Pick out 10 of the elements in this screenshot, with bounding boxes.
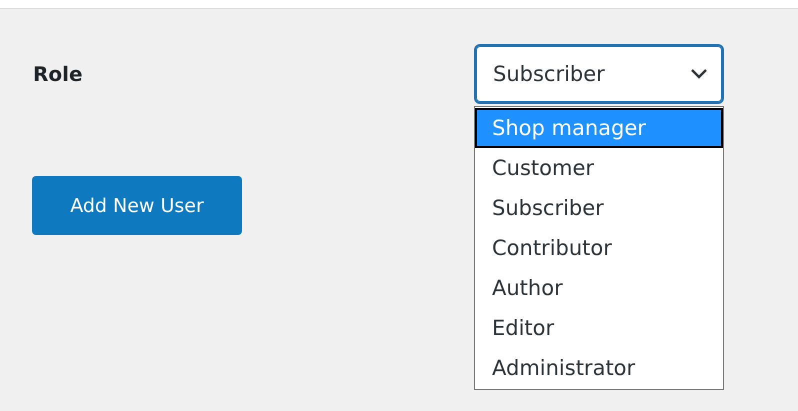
- dropdown-option[interactable]: Author: [475, 268, 723, 308]
- role-select[interactable]: Subscriber: [474, 44, 724, 104]
- dropdown-option[interactable]: Editor: [475, 308, 723, 348]
- role-label: Role: [33, 62, 84, 86]
- dropdown-option[interactable]: Administrator: [475, 348, 723, 388]
- add-new-user-button[interactable]: Add New User: [32, 176, 242, 235]
- dropdown-option[interactable]: Customer: [475, 148, 723, 188]
- dropdown-option[interactable]: Subscriber: [475, 188, 723, 228]
- chevron-down-icon: [690, 68, 708, 80]
- dropdown-option[interactable]: Contributor: [475, 228, 723, 268]
